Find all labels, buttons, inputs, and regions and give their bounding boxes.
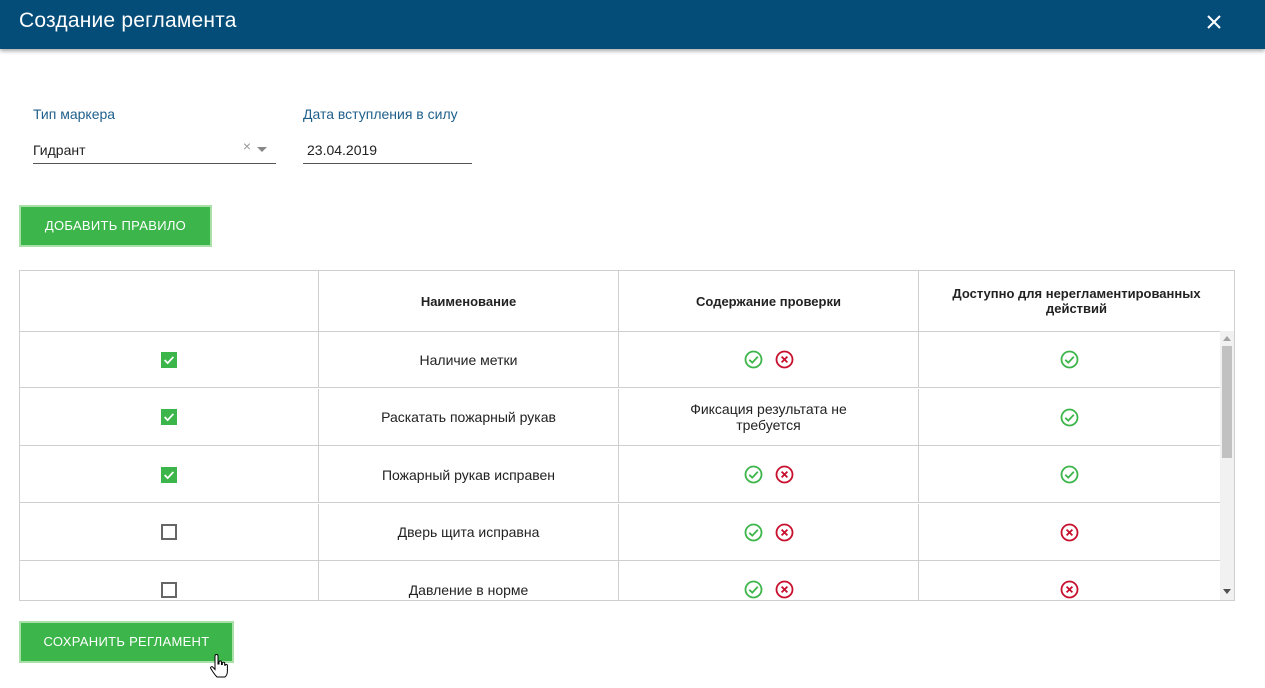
rule-name-cell: Давление в норме xyxy=(319,561,619,600)
row-checkbox[interactable] xyxy=(161,524,177,540)
table-body: Наличие метки Раскатать пожарный рукав Фик… xyxy=(20,331,1220,600)
check-content-cell: Фиксация результата не требуется xyxy=(619,388,919,446)
select-cell xyxy=(20,331,319,388)
cross-circle-icon xyxy=(1060,580,1079,599)
column-header-select xyxy=(20,271,319,331)
cross-circle-icon xyxy=(775,580,793,599)
save-regulation-button[interactable]: СОХРАНИТЬ РЕГЛАМЕНТ xyxy=(19,621,234,663)
cross-circle-icon xyxy=(775,465,793,484)
checkmark-icon xyxy=(164,413,175,422)
table-row: Раскатать пожарный рукав Фиксация результ… xyxy=(20,388,1220,446)
marker-type-select[interactable]: Гидрант × xyxy=(33,136,276,164)
select-cell xyxy=(20,561,319,600)
column-header-name: Наименование xyxy=(319,271,619,331)
check-content-cell xyxy=(619,561,919,600)
scroll-thumb[interactable] xyxy=(1222,346,1232,458)
available-cell xyxy=(919,504,1220,561)
row-checkbox[interactable] xyxy=(161,581,177,598)
marker-type-value: Гидрант xyxy=(33,142,86,158)
dialog-header: Создание регламента xyxy=(0,0,1265,49)
column-header-available: Доступно для нерегламентированных действ… xyxy=(952,286,1201,316)
rules-table: Наименование Содержание проверки Доступн… xyxy=(19,270,1235,601)
check-circle-icon xyxy=(744,580,762,599)
checkmark-icon xyxy=(164,355,175,364)
select-cell xyxy=(20,503,319,561)
table-row: Пожарный рукав исправен xyxy=(20,446,1220,503)
available-cell xyxy=(919,561,1220,600)
table-row: Дверь щита исправна xyxy=(20,503,1220,561)
check-content-cell xyxy=(619,331,919,388)
scroll-down-icon[interactable] xyxy=(1223,589,1231,594)
check-circle-icon xyxy=(744,523,762,541)
check-content-cell xyxy=(619,503,919,561)
table-row: Наличие метки xyxy=(20,331,1220,388)
marker-type-label: Тип маркера xyxy=(33,106,116,122)
check-circle-icon xyxy=(1060,465,1079,484)
select-cell xyxy=(20,446,319,503)
available-cell xyxy=(919,331,1220,388)
check-content-cell xyxy=(619,446,919,503)
checkmark-icon xyxy=(164,470,175,479)
table-scrollbar[interactable] xyxy=(1220,331,1234,600)
check-circle-icon xyxy=(1060,408,1079,426)
rule-name-cell: Наличие метки xyxy=(319,331,619,388)
close-icon[interactable] xyxy=(1203,11,1225,33)
effective-date-value: 23.04.2019 xyxy=(307,142,378,158)
cross-circle-icon xyxy=(775,523,793,541)
hand-cursor-icon xyxy=(210,654,228,678)
clear-icon[interactable]: × xyxy=(243,138,251,154)
available-cell xyxy=(919,389,1220,446)
chevron-down-icon[interactable] xyxy=(257,147,267,152)
row-checkbox[interactable] xyxy=(161,351,177,368)
check-circle-icon xyxy=(744,350,762,369)
check-content-text: Фиксация результата не требуется xyxy=(690,401,847,433)
available-cell xyxy=(919,446,1220,503)
effective-date-input[interactable]: 23.04.2019 xyxy=(303,136,472,164)
select-cell xyxy=(20,388,319,446)
rule-name-cell: Дверь щита исправна xyxy=(319,503,619,561)
table-row: Давление в норме xyxy=(20,561,1220,600)
rule-name-cell: Пожарный рукав исправен xyxy=(319,446,619,503)
row-checkbox[interactable] xyxy=(161,409,177,425)
column-header-check-content: Содержание проверки xyxy=(619,271,919,331)
check-circle-icon xyxy=(1060,350,1079,369)
check-circle-icon xyxy=(744,465,762,484)
table-header: Наименование Содержание проверки Доступн… xyxy=(20,271,1234,332)
cross-circle-icon xyxy=(775,350,793,369)
add-rule-button[interactable]: ДОБАВИТЬ ПРАВИЛО xyxy=(19,205,212,247)
cross-circle-icon xyxy=(1060,523,1079,541)
row-checkbox[interactable] xyxy=(161,466,177,483)
scroll-up-icon[interactable] xyxy=(1223,336,1231,341)
effective-date-label: Дата вступления в силу xyxy=(303,106,458,122)
dialog-title: Создание регламента xyxy=(19,9,237,32)
rule-name-cell: Раскатать пожарный рукав xyxy=(319,388,619,446)
